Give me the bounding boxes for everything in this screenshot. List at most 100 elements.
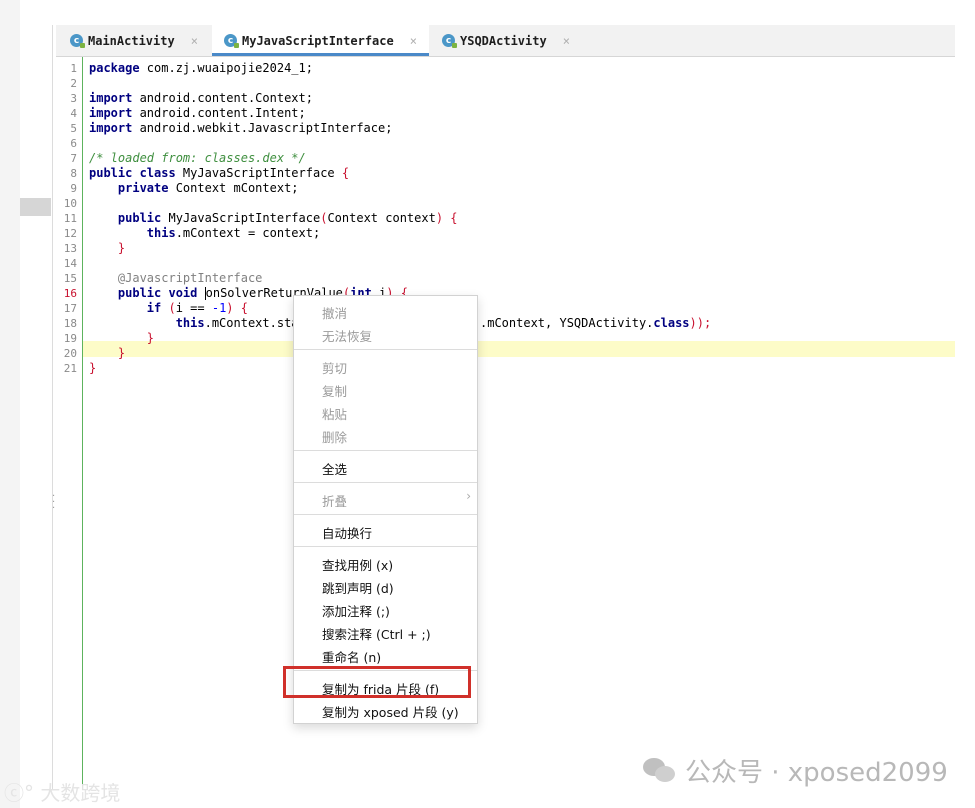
code-line: if (i == -1) { [89, 301, 961, 316]
code-text: Context mContext; [168, 181, 299, 195]
context-menu: 撤消 无法恢复 剪切 复制 粘贴 删除 全选 折叠 › 自动换行 查找用例 (x… [293, 295, 478, 724]
comment: /* loaded from: classes.dex */ [89, 151, 306, 165]
line-number: 11 [63, 212, 77, 225]
method-name-first-char: o [205, 286, 213, 300]
watermark-text: 公众号 · xposed2099 [685, 758, 948, 788]
code-line: this.mContext = context; [89, 226, 961, 241]
watermark-wechat: 公众号 · xposed2099 [643, 752, 948, 789]
highlight-annotation-box [283, 666, 471, 698]
code-text: .mContext = context; [175, 226, 321, 240]
menu-item-redo[interactable]: 无法恢复 [322, 326, 372, 345]
wechat-icon [643, 756, 677, 786]
class-icon: c [70, 34, 85, 48]
menu-separator [294, 546, 477, 547]
menu-separator [294, 482, 477, 483]
menu-item-copy-as-xposed[interactable]: 复制为 xposed 片段 (y) [322, 702, 459, 721]
brace: } [146, 331, 155, 345]
class-icon: c [442, 34, 457, 48]
code-line: } [89, 346, 961, 361]
line-number: 13 [63, 242, 77, 255]
code-line: package com.zj.wuaipojie2024_1; [89, 61, 961, 76]
close-icon[interactable]: × [410, 34, 417, 48]
menu-item-undo[interactable]: 撤消 [322, 303, 347, 322]
line-number: 6 [70, 137, 77, 150]
line-number: 1 [70, 62, 77, 75]
paren: )); [689, 316, 712, 330]
code-line: } [89, 241, 961, 256]
tab-myjavascriptinterface[interactable]: c MyJavaScriptInterface × [212, 25, 429, 56]
line-number: 15 [63, 272, 77, 285]
watermark-logo-icon: ⓒ° [4, 781, 34, 805]
code-line: /* loaded from: classes.dex */ [89, 151, 961, 166]
keyword: public void [117, 286, 198, 300]
close-icon[interactable]: × [191, 34, 198, 48]
annotation: @JavascriptInterface [117, 271, 263, 285]
line-number: 19 [63, 332, 77, 345]
keyword: import [89, 106, 133, 120]
keyword: this [146, 226, 176, 240]
paren: ) [435, 211, 444, 225]
menu-item-search-comment[interactable]: 搜索注释 (Ctrl + ;) [322, 624, 431, 643]
menu-separator [294, 514, 477, 515]
watermark-logo: ⓒ° 大数跨境 [4, 777, 120, 806]
menu-item-find-usages[interactable]: 查找用例 (x) [322, 555, 393, 574]
line-number: 5 [70, 122, 77, 135]
menu-item-copy[interactable]: 复制 [322, 381, 347, 400]
code-line-current: public void onSolverReturnValue(int i) { [89, 286, 961, 301]
brace: } [89, 361, 97, 375]
line-number: 9 [70, 182, 77, 195]
brace: { [341, 166, 350, 180]
code-text: .mContext.sta [204, 316, 299, 330]
line-number: 12 [63, 227, 77, 240]
keyword: this [175, 316, 205, 330]
menu-item-rename[interactable]: 重命名 (n) [322, 647, 381, 666]
menu-item-add-comment[interactable]: 添加注释 (;) [322, 601, 390, 620]
menu-item-select-all[interactable]: 全选 [322, 459, 347, 478]
menu-separator [294, 349, 477, 350]
tab-label: YSQDActivity [460, 33, 547, 48]
class-icon: c [224, 34, 239, 48]
tab-label: MainActivity [88, 33, 175, 48]
menu-item-paste[interactable]: 粘贴 [322, 404, 347, 423]
code-text: .mContext, YSQDActivity. [480, 316, 654, 330]
menu-item-fold[interactable]: 折叠 [322, 491, 347, 510]
menu-item-cut[interactable]: 剪切 [322, 358, 347, 377]
chevron-right-icon: › [466, 489, 471, 503]
menu-item-word-wrap[interactable]: 自动换行 [322, 523, 372, 542]
brace: { [450, 211, 458, 225]
line-number: 17 [63, 302, 77, 315]
code-line: @JavascriptInterface [89, 271, 961, 286]
keyword: package [89, 61, 140, 75]
keyword: if [146, 301, 162, 315]
menu-separator [294, 450, 477, 451]
paren: ( [168, 301, 176, 315]
menu-item-delete[interactable]: 删除 [322, 427, 347, 446]
code-editor[interactable]: package com.zj.wuaipojie2024_1; import a… [83, 57, 955, 790]
menu-item-goto-declaration[interactable]: 跳到声明 (d) [322, 578, 394, 597]
line-number-current: 16 [63, 287, 77, 300]
keyword: public class [89, 166, 176, 180]
keyword: public [117, 211, 162, 225]
line-number: 18 [63, 317, 77, 330]
tab-ysqdactivity[interactable]: c YSQDActivity × [442, 25, 570, 56]
code-line: } [89, 331, 961, 346]
class-name: MyJavaScriptInterface [175, 166, 342, 180]
line-number: 3 [70, 92, 77, 105]
brace: { [240, 301, 248, 315]
scroll-marker[interactable] [20, 198, 51, 216]
code-line: import android.webkit.JavascriptInterfac… [89, 121, 961, 136]
code-text: MyJavaScriptInterface [161, 211, 321, 225]
tab-mainactivity[interactable]: c MainActivity × [70, 25, 198, 56]
left-frame [0, 0, 20, 808]
close-icon[interactable]: × [563, 34, 570, 48]
